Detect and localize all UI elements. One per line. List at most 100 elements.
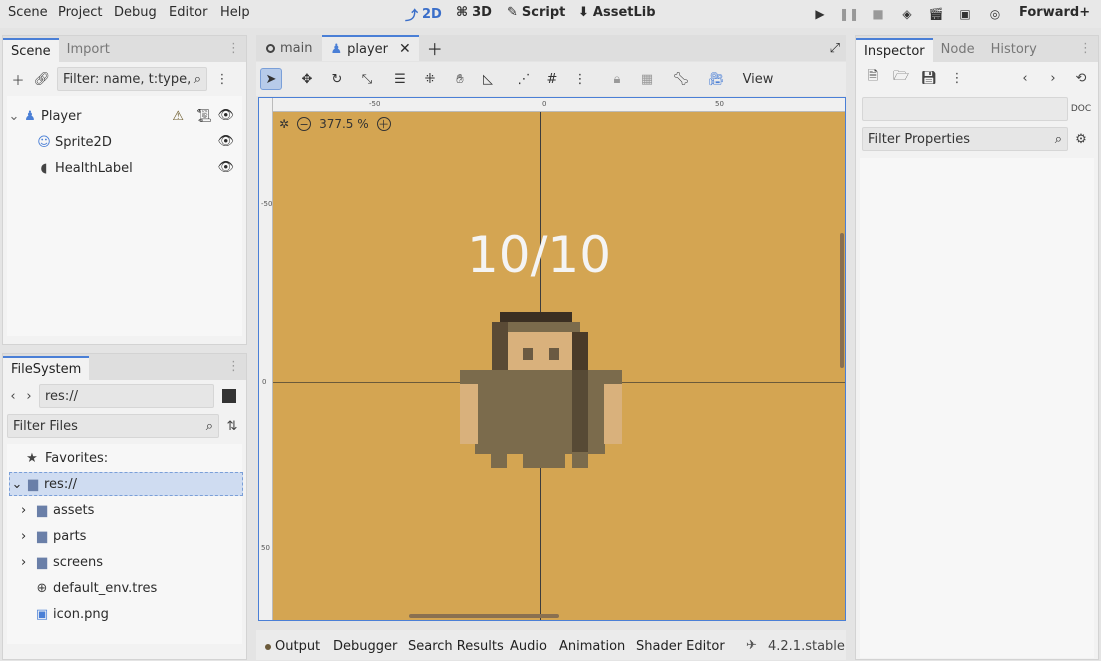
file-row-default-env[interactable]: ⊕ default_env.tres bbox=[21, 576, 158, 600]
canvas-viewport[interactable]: -50 0 50 -50 0 50 ✲ − 377.5 % ＋ 10/10 bbox=[258, 97, 846, 621]
snap-options-button[interactable]: ⋮ bbox=[569, 68, 591, 90]
dock-menu-icon[interactable]: ⋮ bbox=[1079, 41, 1092, 56]
tab-node[interactable]: Node bbox=[933, 38, 983, 62]
script-attached-icon[interactable]: 📜︎ bbox=[195, 109, 212, 124]
zoom-out-icon[interactable]: − bbox=[297, 117, 312, 131]
tab-scene[interactable]: Scene bbox=[3, 38, 59, 62]
forward-icon[interactable]: › bbox=[23, 387, 35, 405]
tree-node-sprite2d[interactable]: ☺ Sprite2D 👁︎ bbox=[7, 130, 242, 154]
ruler-tool-button[interactable]: ◺ bbox=[477, 68, 499, 90]
open-docs-icon[interactable]: DOC bbox=[1071, 100, 1091, 118]
tab-debugger[interactable]: Debugger bbox=[333, 639, 397, 654]
favorites-row[interactable]: ★ Favorites: bbox=[23, 446, 108, 470]
object-history-icon[interactable]: ⟲ bbox=[1072, 69, 1090, 87]
tab-audio[interactable]: Audio bbox=[510, 639, 547, 654]
visibility-eye-icon[interactable]: 👁︎ bbox=[217, 134, 234, 149]
path-field[interactable]: res:// bbox=[39, 384, 214, 408]
res-root-row[interactable]: ⌄ ▆ res:// bbox=[9, 472, 243, 496]
godot-update-icon[interactable]: ✈ bbox=[746, 638, 757, 653]
expand-icon[interactable]: › bbox=[21, 555, 33, 570]
tab-output[interactable]: Output bbox=[275, 639, 320, 654]
workspace-3d-button[interactable]: ⌘ 3D bbox=[456, 5, 492, 20]
zoom-level[interactable]: 377.5 % bbox=[319, 117, 369, 131]
camera-override-button[interactable]: 🎥︎ bbox=[705, 68, 727, 90]
play-button[interactable]: ▶ bbox=[808, 4, 832, 24]
zoom-in-icon[interactable]: ＋ bbox=[376, 117, 391, 131]
add-tab-icon[interactable]: ＋ bbox=[427, 36, 443, 60]
split-mode-icon[interactable] bbox=[222, 389, 236, 403]
scene-tab-player[interactable]: ♟ player ✕ bbox=[322, 35, 419, 61]
skeleton-button[interactable]: 🦴︎ bbox=[670, 68, 692, 90]
visibility-eye-icon[interactable]: 👁︎ bbox=[217, 160, 234, 175]
grid-snap-button[interactable]: # bbox=[541, 68, 563, 90]
expand-icon[interactable]: › bbox=[21, 503, 33, 518]
dock-menu-icon[interactable]: ⋮ bbox=[227, 359, 240, 374]
visibility-eye-icon[interactable]: 👁︎ bbox=[217, 108, 234, 123]
open-folder-icon[interactable]: 🗁︎ bbox=[892, 69, 910, 87]
files-filter-input[interactable]: Filter Files ⌕ bbox=[7, 414, 219, 438]
stop-button[interactable]: ■ bbox=[866, 4, 890, 24]
workspace-2d-button[interactable]: ⤴ 2D bbox=[405, 5, 442, 24]
extra-options-icon[interactable]: ⋮ bbox=[948, 69, 966, 87]
folder-row-screens[interactable]: › ▆ screens bbox=[21, 550, 103, 574]
file-row-icon-png[interactable]: ▣ icon.png bbox=[21, 602, 109, 626]
scale-tool-button[interactable]: ⤡ bbox=[356, 68, 378, 90]
history-back-icon[interactable]: ‹ bbox=[1016, 69, 1034, 87]
tab-import[interactable]: Import bbox=[59, 38, 118, 62]
link-icon[interactable]: 🔗︎ bbox=[33, 70, 51, 88]
view-menu-button[interactable]: View bbox=[740, 68, 776, 90]
tab-shader-editor[interactable]: Shader Editor bbox=[636, 639, 725, 654]
player-sprite[interactable] bbox=[457, 312, 625, 468]
tree-node-player[interactable]: ⌄ ♟ Player ⚠ 📜︎ 👁︎ bbox=[7, 104, 242, 128]
tab-history[interactable]: History bbox=[983, 38, 1045, 62]
menu-help[interactable]: Help bbox=[220, 5, 250, 20]
scene-filter-input[interactable]: Filter: name, t:type, ⌕ bbox=[57, 67, 207, 91]
dock-menu-icon[interactable]: ⋮ bbox=[227, 41, 240, 56]
vertical-scrollbar[interactable] bbox=[840, 233, 844, 368]
menu-editor[interactable]: Editor bbox=[169, 5, 207, 20]
expand-icon[interactable]: › bbox=[21, 529, 33, 544]
property-options-icon[interactable]: ⚙ bbox=[1072, 130, 1090, 148]
tab-inspector[interactable]: Inspector bbox=[856, 38, 933, 62]
play-scene-button[interactable]: 🎬︎ bbox=[924, 4, 948, 24]
close-icon[interactable]: ✕ bbox=[399, 41, 411, 57]
play-custom-scene-button[interactable]: ▣ bbox=[953, 4, 977, 24]
pan-tool-button[interactable]: ✋︎ bbox=[449, 68, 471, 90]
filter-properties-input[interactable]: Filter Properties ⌕ bbox=[862, 127, 1068, 151]
distraction-free-icon[interactable]: ⤢ bbox=[830, 41, 840, 56]
sort-icon[interactable]: ⇅ bbox=[223, 417, 241, 435]
workspace-script-button[interactable]: ✎ Script bbox=[507, 5, 565, 20]
warning-icon[interactable]: ⚠ bbox=[172, 109, 184, 124]
save-icon[interactable]: 💾︎ bbox=[920, 69, 938, 87]
menu-scene[interactable]: Scene bbox=[8, 5, 48, 20]
tab-animation[interactable]: Animation bbox=[559, 639, 625, 654]
folder-row-assets[interactable]: › ▆ assets bbox=[21, 498, 94, 522]
tab-search-results[interactable]: Search Results bbox=[408, 639, 504, 654]
history-forward-icon[interactable]: › bbox=[1044, 69, 1062, 87]
object-path-field[interactable] bbox=[862, 97, 1068, 121]
move-tool-button[interactable]: ✥ bbox=[296, 68, 318, 90]
select-tool-button[interactable]: ➤ bbox=[260, 68, 282, 90]
horizontal-scrollbar[interactable] bbox=[409, 614, 559, 618]
pivot-tool-button[interactable]: ⁜ bbox=[419, 68, 441, 90]
scene-tab-main[interactable]: main bbox=[256, 35, 322, 61]
tab-filesystem[interactable]: FileSystem bbox=[3, 356, 90, 380]
rotate-tool-button[interactable]: ↻ bbox=[326, 68, 348, 90]
health-label[interactable]: 10/10 bbox=[459, 226, 619, 284]
list-select-button[interactable]: ☰ bbox=[389, 68, 411, 90]
collapse-icon[interactable]: ⌄ bbox=[7, 109, 21, 124]
center-view-icon[interactable]: ✲ bbox=[279, 117, 289, 131]
menu-debug[interactable]: Debug bbox=[114, 5, 157, 20]
scene-options-icon[interactable]: ⋮ bbox=[213, 70, 231, 88]
collapse-icon[interactable]: ⌄ bbox=[10, 477, 24, 492]
renderer-select[interactable]: Forward+ bbox=[1019, 5, 1090, 20]
group-button[interactable]: ▦ bbox=[636, 68, 658, 90]
movie-maker-button[interactable]: ◎ bbox=[983, 4, 1007, 24]
lock-button[interactable]: 🔒︎ bbox=[606, 68, 628, 90]
tree-node-healthlabel[interactable]: ◖ HealthLabel 👁︎ bbox=[7, 156, 242, 180]
back-icon[interactable]: ‹ bbox=[7, 387, 19, 405]
folder-row-parts[interactable]: › ▆ parts bbox=[21, 524, 86, 548]
workspace-assetlib-button[interactable]: ⬇ AssetLib bbox=[578, 5, 656, 20]
remote-debug-button[interactable]: ◈ bbox=[895, 4, 919, 24]
add-node-icon[interactable]: ＋ bbox=[9, 70, 27, 89]
